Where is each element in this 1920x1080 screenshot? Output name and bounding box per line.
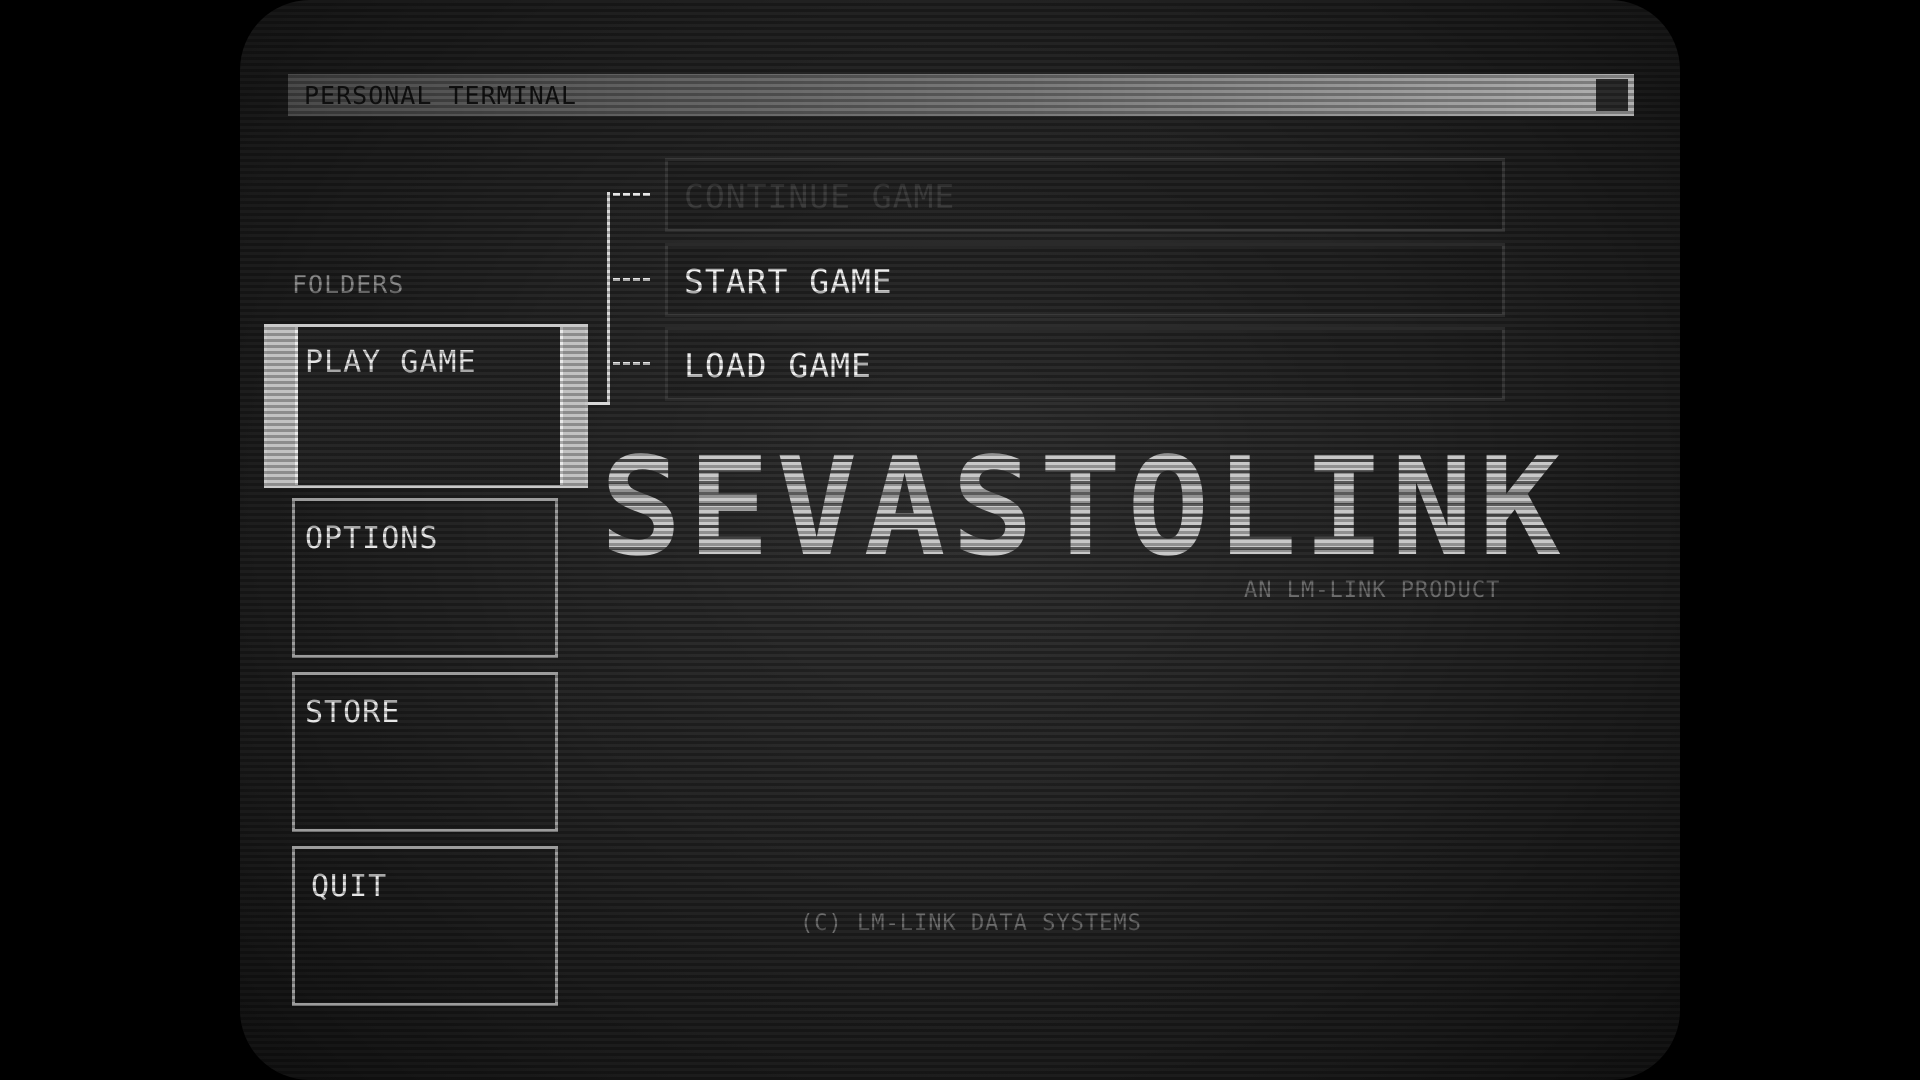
start-game-button[interactable]: START GAME	[665, 243, 1505, 317]
folder-quit[interactable]: QUIT	[292, 846, 558, 1006]
connector-dash-continue	[613, 193, 653, 196]
folder-quit-label: QUIT	[311, 869, 388, 904]
connector-trunk	[607, 192, 610, 405]
load-game-label: LOAD GAME	[684, 346, 872, 385]
load-game-button[interactable]: LOAD GAME	[665, 327, 1505, 401]
start-game-label: START GAME	[684, 262, 893, 301]
folder-options-label: OPTIONS	[305, 521, 439, 556]
continue-game-button[interactable]: CONTINUE GAME	[665, 158, 1505, 232]
copyright-text: (C) LM-LINK DATA SYSTEMS	[800, 911, 1142, 936]
folder-store[interactable]: STORE	[292, 672, 558, 832]
folder-options[interactable]: OPTIONS	[292, 498, 558, 658]
close-square-icon[interactable]	[1596, 79, 1628, 111]
crt-screen: PERSONAL TERMINAL FOLDERS PLAY GAME OPTI…	[240, 0, 1680, 1080]
folder-store-label: STORE	[305, 695, 401, 730]
title-bar: PERSONAL TERMINAL	[288, 74, 1634, 116]
continue-game-label: CONTINUE GAME	[684, 177, 956, 216]
window-title: PERSONAL TERMINAL	[304, 81, 577, 110]
connector-dash-load	[613, 362, 653, 365]
sevastolink-logo: SEVASTOLINK	[600, 429, 1567, 587]
folder-play-game-label: PLAY GAME	[305, 345, 477, 380]
connector-dash-start	[613, 278, 653, 281]
tagline: AN LM-LINK PRODUCT	[1244, 578, 1501, 603]
folder-play-game[interactable]: PLAY GAME	[264, 324, 588, 488]
folders-heading: FOLDERS	[292, 270, 405, 299]
